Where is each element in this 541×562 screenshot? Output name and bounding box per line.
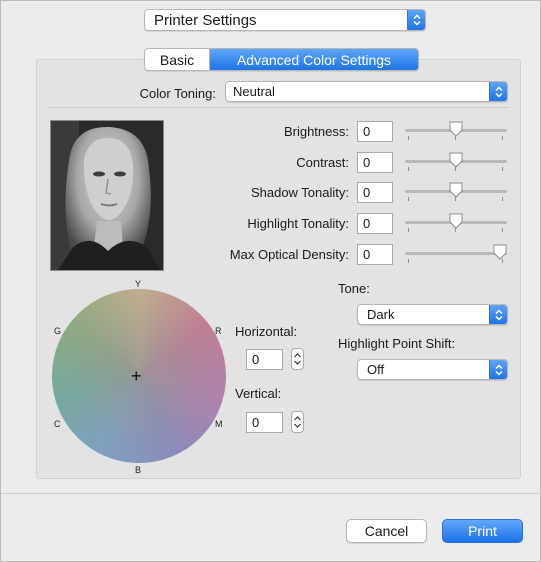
- brightness-slider[interactable]: [405, 119, 507, 143]
- horizontal-label: Horizontal:: [235, 324, 298, 339]
- preview-photo: [50, 120, 164, 271]
- wheel-label-g: G: [54, 326, 62, 336]
- wheel-label-c: C: [54, 419, 61, 429]
- slider-knob[interactable]: [449, 121, 463, 137]
- wheel-label-b: B: [135, 465, 142, 475]
- horizontal-field[interactable]: 0: [246, 349, 283, 370]
- contrast-label: Contrast:: [296, 155, 349, 170]
- print-button[interactable]: Print: [442, 519, 523, 543]
- shadow-tonality-field[interactable]: 0: [357, 182, 393, 203]
- slider-knob[interactable]: [449, 213, 463, 229]
- settings-tab-control: Basic Advanced Color Settings: [144, 48, 419, 71]
- wheel-label-r: R: [215, 326, 222, 336]
- shadow-tonality-slider[interactable]: [405, 180, 507, 204]
- cancel-button[interactable]: Cancel: [346, 519, 427, 543]
- tone-value: Dark: [367, 307, 395, 322]
- contrast-field[interactable]: 0: [357, 152, 393, 173]
- brightness-label: Brightness:: [283, 124, 349, 139]
- slider-knob[interactable]: [449, 182, 463, 198]
- color-toning-value: Neutral: [233, 84, 275, 99]
- max-optical-density-label: Max Optical Density:: [229, 247, 349, 262]
- wheel-label-y: Y: [135, 279, 142, 289]
- tone-label: Tone:: [338, 281, 370, 296]
- print-dialog-window: Printer Settings Basic Advanced Color Se…: [0, 0, 541, 562]
- slider-knob[interactable]: [449, 152, 463, 168]
- vertical-label: Vertical:: [235, 386, 282, 401]
- tab-advanced-color-settings[interactable]: Advanced Color Settings: [210, 49, 418, 70]
- printer-settings-popup[interactable]: Printer Settings: [144, 9, 426, 31]
- slider-knob[interactable]: [493, 244, 507, 260]
- color-toning-label: Color Toning:: [139, 86, 216, 101]
- max-optical-density-slider[interactable]: [405, 242, 507, 266]
- highlight-point-shift-popup[interactable]: Off: [357, 359, 508, 380]
- vertical-field[interactable]: 0: [246, 412, 283, 433]
- highlight-tonality-label: Highlight Tonality:: [247, 216, 349, 231]
- vertical-stepper[interactable]: [291, 411, 304, 433]
- wheel-label-m: M: [215, 419, 223, 429]
- popup-arrows-icon: [489, 305, 507, 324]
- printer-settings-popup-label: Printer Settings: [154, 11, 257, 29]
- horizontal-stepper[interactable]: [291, 348, 304, 370]
- highlight-tonality-slider[interactable]: [405, 211, 507, 235]
- color-toning-popup[interactable]: Neutral: [225, 81, 508, 102]
- tab-basic[interactable]: Basic: [145, 49, 210, 70]
- separator: [1, 493, 541, 494]
- highlight-point-shift-label: Highlight Point Shift:: [338, 336, 456, 351]
- popup-arrows-icon: [489, 360, 507, 379]
- max-optical-density-field[interactable]: 0: [357, 244, 393, 265]
- tone-popup[interactable]: Dark: [357, 304, 508, 325]
- popup-arrows-icon: [407, 10, 425, 30]
- brightness-field[interactable]: 0: [357, 121, 393, 142]
- highlight-tonality-field[interactable]: 0: [357, 213, 393, 234]
- highlight-point-shift-value: Off: [367, 362, 385, 377]
- popup-arrows-icon: [489, 82, 507, 101]
- crosshair-icon: +: [131, 366, 142, 386]
- shadow-tonality-label: Shadow Tonality:: [250, 185, 349, 200]
- separator: [47, 107, 509, 108]
- contrast-slider[interactable]: [405, 150, 507, 174]
